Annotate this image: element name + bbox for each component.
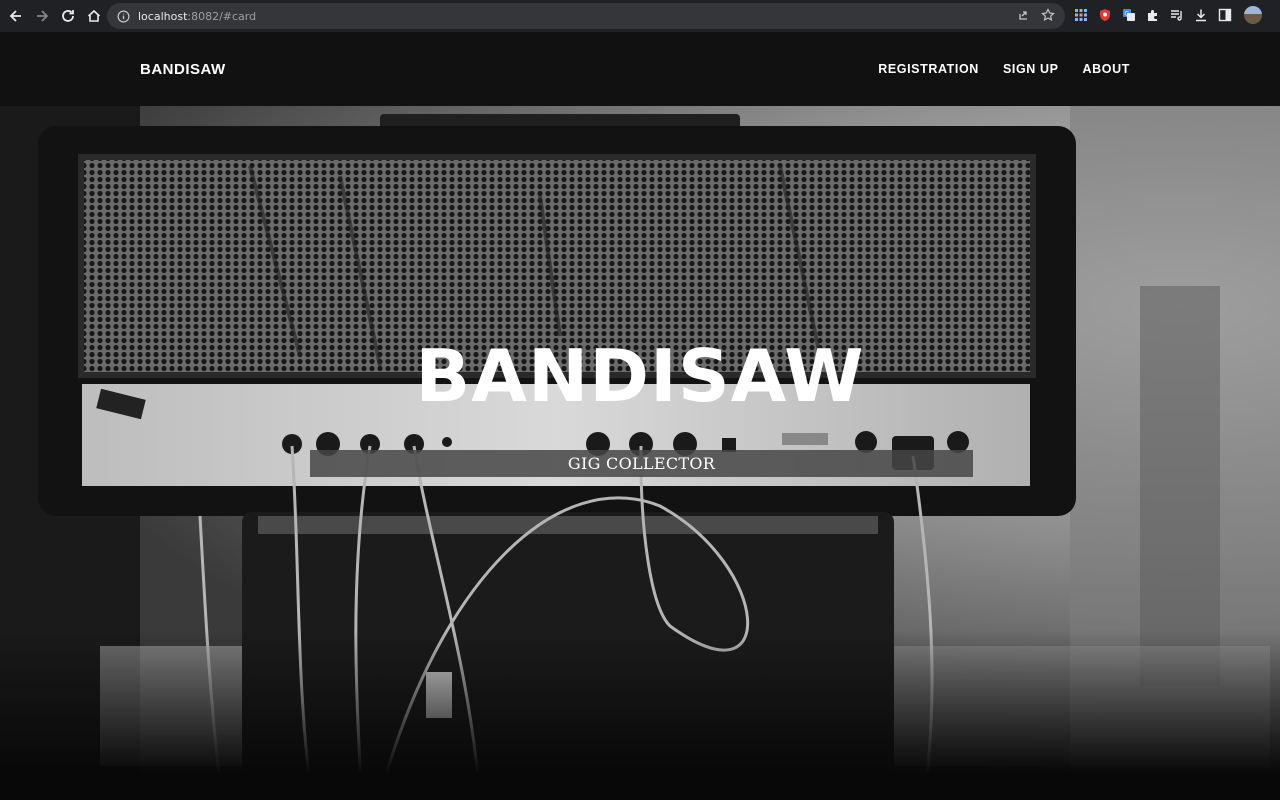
brand-logo-link[interactable]: BANDISAW: [140, 61, 226, 78]
forward-icon[interactable]: [30, 4, 54, 28]
download-icon[interactable]: [1194, 8, 1208, 22]
shield-extension-icon[interactable]: [1098, 8, 1112, 22]
url-text: localhost:8082/#card: [138, 9, 257, 23]
hero-title: BANDISAW: [415, 334, 865, 418]
home-icon[interactable]: [82, 4, 106, 28]
hero-subtitle-banner: GIG COLLECTOR: [310, 450, 973, 477]
browser-toolbar: localhost:8082/#card G: [0, 0, 1280, 32]
hero-section: BANDISAW GIG COLLECTOR: [0, 106, 1280, 800]
profile-avatar[interactable]: [1244, 6, 1262, 24]
reload-icon[interactable]: [56, 4, 80, 28]
side-panel-icon[interactable]: [1218, 8, 1232, 22]
translate-extension-icon[interactable]: G: [1122, 8, 1136, 22]
address-bar[interactable]: localhost:8082/#card: [107, 3, 1065, 29]
nav-menu: REGISTRATION SIGN UP ABOUT: [878, 62, 1130, 76]
site-navbar: BANDISAW REGISTRATION SIGN UP ABOUT: [0, 32, 1280, 106]
nav-registration-link[interactable]: REGISTRATION: [878, 62, 979, 76]
nav-sign-up-link[interactable]: SIGN UP: [1003, 62, 1059, 76]
nav-about-link[interactable]: ABOUT: [1083, 62, 1130, 76]
grid-extension-icon[interactable]: [1074, 8, 1088, 22]
hero-bottom-fade: [0, 630, 1280, 800]
hero-subtitle: GIG COLLECTOR: [567, 454, 716, 473]
svg-text:G: G: [1125, 11, 1130, 18]
share-icon[interactable]: [1017, 8, 1031, 27]
bookmark-star-icon[interactable]: [1041, 8, 1055, 27]
back-icon[interactable]: [4, 4, 28, 28]
site-info-icon[interactable]: [117, 10, 130, 23]
reading-list-icon[interactable]: [1170, 8, 1184, 22]
extensions-puzzle-icon[interactable]: [1146, 8, 1160, 22]
